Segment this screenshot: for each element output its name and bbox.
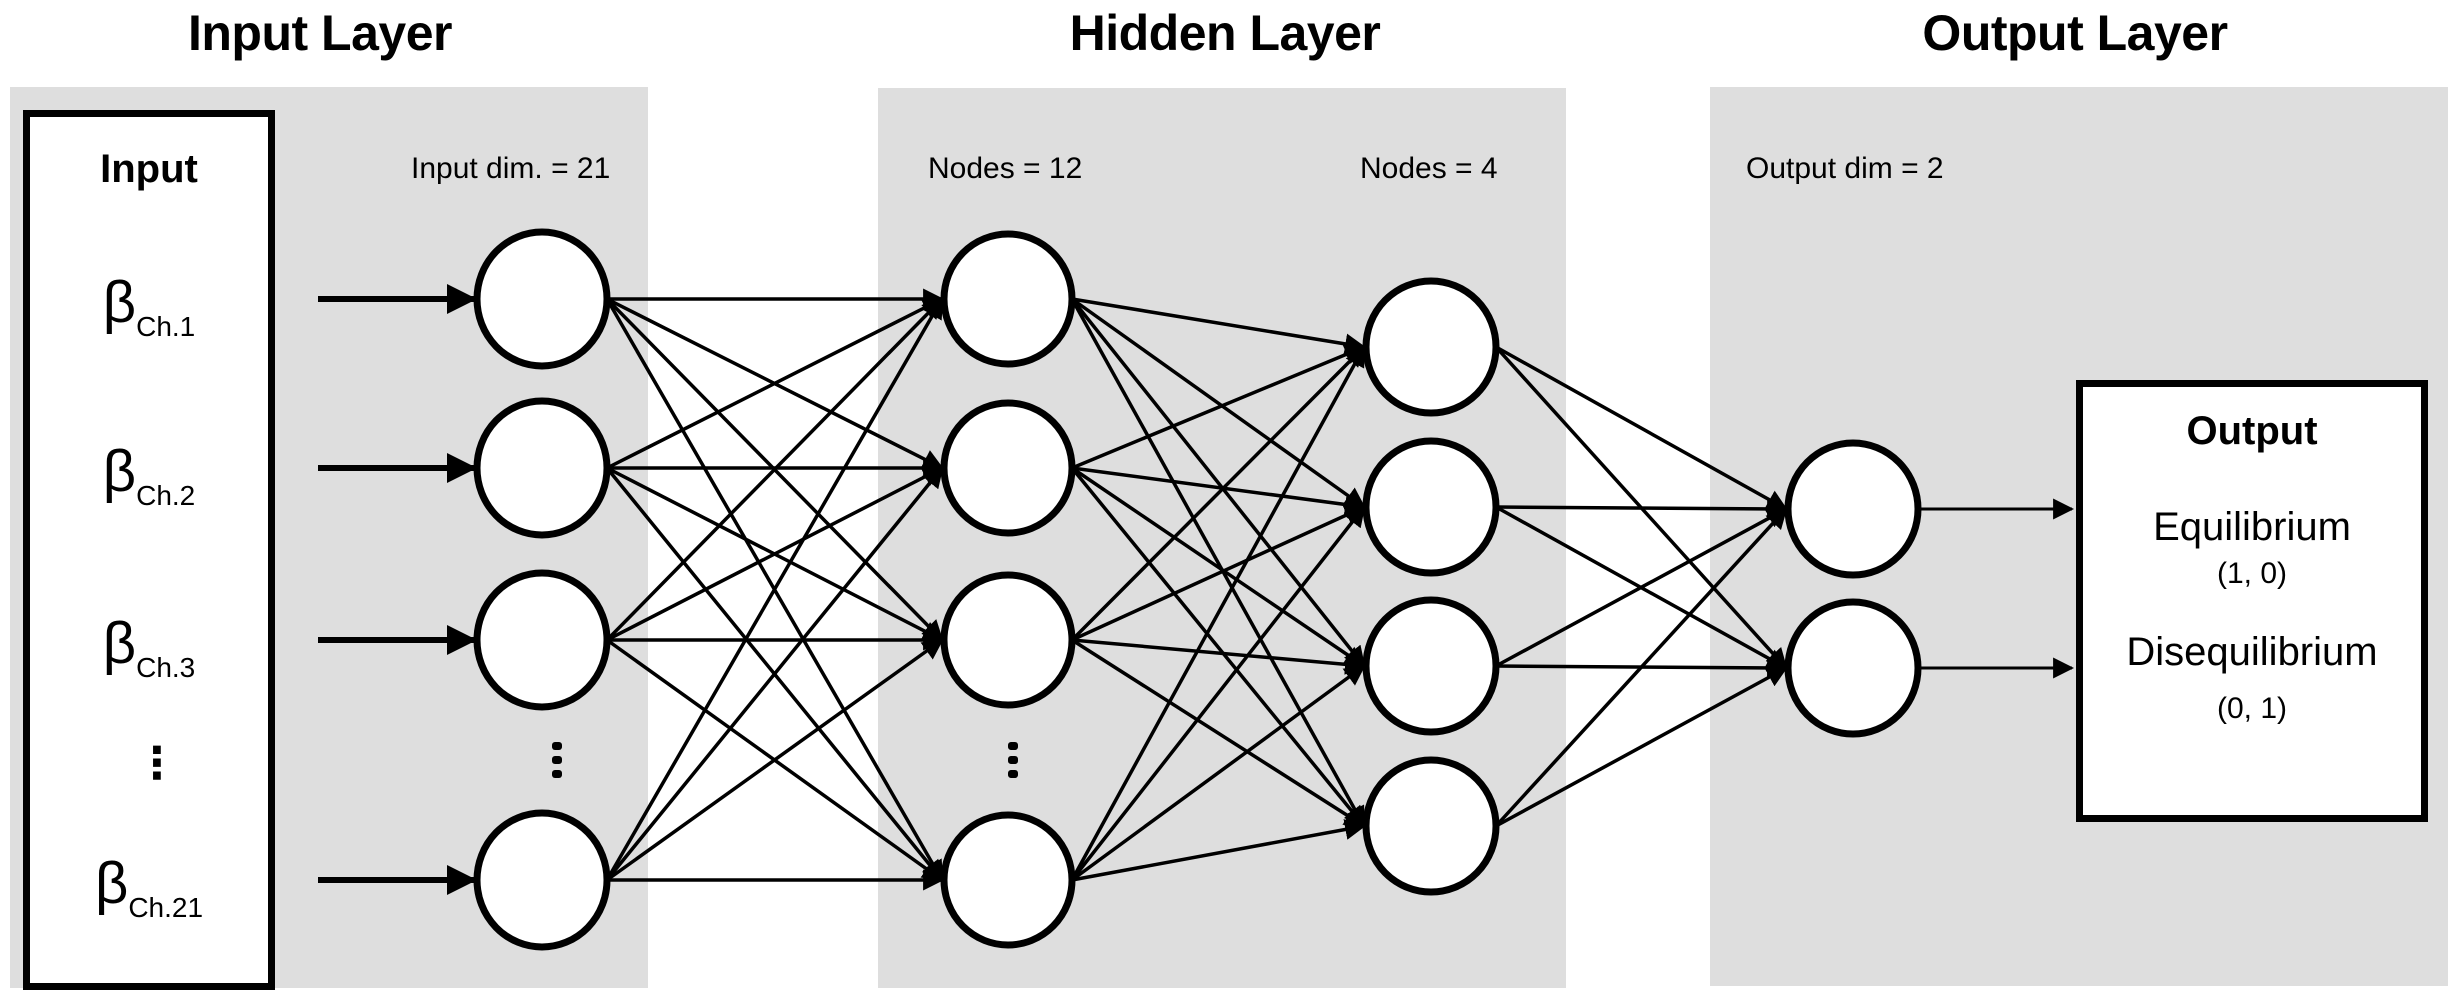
beta-symbol: β (102, 439, 137, 504)
hidden1-layer-ellipsis-icon (1008, 742, 1018, 778)
hidden1-node-4 (940, 811, 1076, 949)
output-class-equilibrium: Equilibrium (2153, 505, 2351, 549)
ellipsis-dot (552, 770, 562, 778)
connection-hidden2-1-to-output-1 (1495, 345, 1788, 511)
input-layer-ellipsis-icon (552, 742, 562, 778)
input-feature-2-sub: Ch.2 (136, 480, 196, 511)
connection-hidden1-3-to-hidden2-2 (1071, 505, 1366, 642)
connection-hidden1-1-to-hidden2-1 (1071, 297, 1367, 355)
output-class-disequilibrium: Disequilibrium (2126, 630, 2378, 674)
hidden1-node-2 (940, 399, 1076, 537)
connection-hidden1-4-to-hidden2-4 (1071, 819, 1367, 882)
ellipsis-dot (1008, 756, 1018, 764)
connection-hidden2-4-to-output-2 (1495, 666, 1788, 828)
input-feature-1: βCh.1 (30, 269, 268, 343)
output-node-1 (1784, 439, 1922, 579)
input-ellipsis-icon: ⋮ (135, 739, 179, 788)
input-feature-1-sub: Ch.1 (136, 311, 196, 342)
output-code-equilibrium: (1, 0) (2216, 557, 2288, 590)
hidden2-node-2 (1362, 437, 1500, 577)
input-node-3 (473, 569, 611, 711)
beta-symbol: β (94, 851, 129, 916)
connection-hidden2-2-to-output-1 (1495, 498, 1789, 520)
ellipsis-dot (1008, 742, 1018, 750)
input-feature-2: βCh.2 (30, 438, 268, 512)
input-feature-3: βCh.3 (30, 610, 268, 684)
hidden1-node-1 (940, 230, 1076, 368)
input-feature-3-sub: Ch.3 (136, 652, 196, 683)
connection-hidden1-3-to-hidden2-1 (1070, 345, 1366, 642)
output-node-2 (1784, 598, 1922, 738)
hidden2-node-1 (1362, 277, 1500, 417)
connection-hidden1-1-to-hidden2-2 (1070, 297, 1366, 509)
hidden2-node-3 (1362, 596, 1500, 736)
input-node-2 (473, 397, 611, 539)
input-box-title: Input (100, 147, 198, 191)
hidden2-node-4 (1362, 756, 1500, 896)
ellipsis-dot (552, 756, 562, 764)
hidden1-node-3 (940, 571, 1076, 709)
output-code-disequilibrium: (0, 1) (2216, 692, 2288, 725)
output-box: Output Equilibrium (1, 0) Disequilibrium… (2076, 380, 2428, 822)
connection-hidden1-3-to-hidden2-3 (1071, 638, 1367, 675)
ellipsis-dot (552, 742, 562, 750)
connection-hidden1-2-to-hidden2-1 (1071, 344, 1366, 470)
input-feature-21: βCh.21 (30, 850, 268, 924)
beta-symbol: β (102, 270, 137, 335)
beta-symbol: β (102, 611, 137, 676)
output-box-title: Output (2186, 409, 2318, 453)
input-box: Input βCh.1 βCh.2 βCh.3 ⋮ βCh.21 (23, 110, 275, 990)
input-feature-21-sub: Ch.21 (128, 892, 204, 923)
input-node-1 (473, 228, 611, 370)
ellipsis-dot (1008, 770, 1018, 778)
connection-hidden1-2-to-hidden2-3 (1071, 466, 1366, 668)
input-node-4 (473, 809, 611, 951)
